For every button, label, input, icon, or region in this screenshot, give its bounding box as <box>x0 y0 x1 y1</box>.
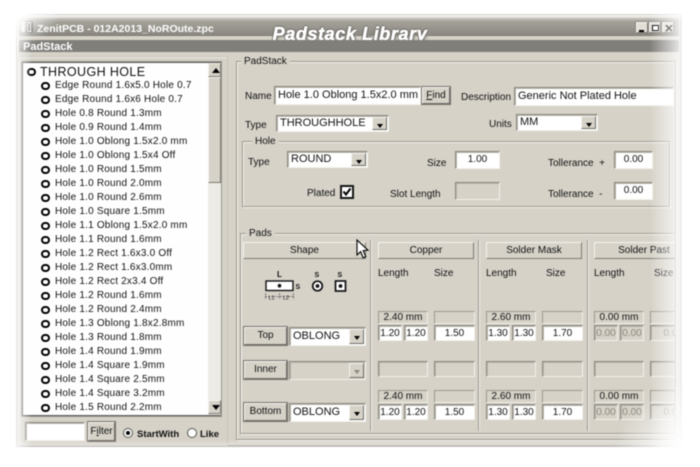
svg-text:S: S <box>338 272 343 279</box>
svg-text:S: S <box>315 272 320 279</box>
svg-text:L1: L1 <box>269 296 275 302</box>
svg-text:S: S <box>296 284 301 291</box>
svg-text:L2: L2 <box>283 296 289 302</box>
svg-text:L: L <box>277 270 282 279</box>
